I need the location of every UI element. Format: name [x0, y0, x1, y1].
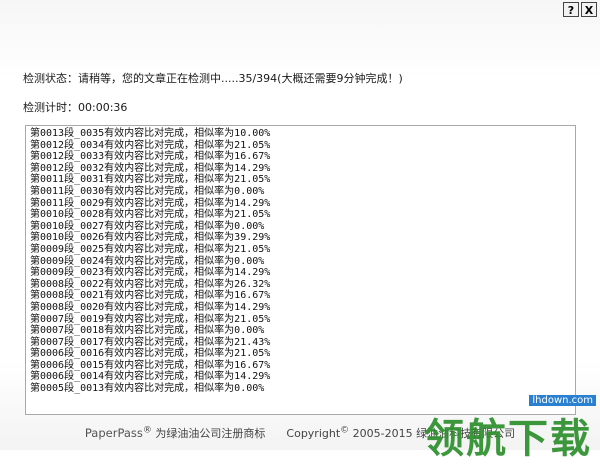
status-label: 检测状态：	[23, 72, 78, 85]
log-row: 第0008段_0021有效内容比对完成，相似率为16.67%	[30, 290, 271, 302]
help-button[interactable]: ?	[563, 2, 579, 17]
copyright-symbol: ©	[340, 425, 350, 436]
registered-mark: ®	[142, 425, 152, 436]
log-row: 第0012段_0033有效内容比对完成，相似率为16.67%	[30, 151, 271, 163]
log-row: 第0005段_0013有效内容比对完成，相似率为0.00%	[30, 383, 265, 395]
footer-brand: PaperPass	[84, 426, 143, 440]
log-row: 第0011段_0029有效内容比对完成，相似率为14.29%	[30, 197, 271, 209]
log-row: 第0011段_0031有效内容比对完成，相似率为21.05%	[30, 174, 271, 186]
log-row: 第0009段_0023有效内容比对完成，相似率为14.29%	[30, 267, 271, 279]
status-message: 请稍等，您的文章正在检测中.....35/394(大概还需要9分钟完成！)	[78, 72, 403, 85]
log-row: 第0006段_0015有效内容比对完成，相似率为16.67%	[30, 359, 271, 371]
watermark-url: lhdown.com	[529, 395, 596, 406]
window-controls: ? X	[563, 2, 597, 17]
log-row: 第0012段_0034有效内容比对完成，相似率为21.05%	[30, 139, 271, 151]
log-row: 第0009段_0024有效内容比对完成，相似率为0.00%	[30, 255, 265, 267]
log-row: 第0007段_0017有效内容比对完成，相似率为21.43%	[30, 336, 271, 348]
log-row: 第0012段_0032有效内容比对完成，相似率为14.29%	[30, 162, 271, 174]
log-row: 第0007段_0018有效内容比对完成，相似率为0.00%	[30, 325, 265, 337]
timer-line: 检测计时：00:00:36	[23, 99, 127, 115]
timer-value: 00:00:36	[78, 101, 128, 114]
log-row: 第0008段_0022有效内容比对完成，相似率为26.32%	[30, 278, 271, 290]
log-row: 第0013段_0035有效内容比对完成，相似率为10.00%	[30, 128, 271, 139]
trademark-text: 为绿油油公司注册商标	[155, 427, 266, 440]
log-row: 第0010段_0026有效内容比对完成，相似率为39.29%	[30, 232, 271, 244]
log-row: 第0010段_0027有效内容比对完成，相似率为0.00%	[30, 220, 265, 232]
log-row: 第0006段_0016有效内容比对完成，相似率为21.05%	[30, 348, 271, 360]
copyright-label: Copyright	[286, 427, 341, 440]
log-row: 第0010段_0028有效内容比对完成，相似率为21.05%	[30, 209, 271, 221]
log-row: 第0007段_0019有效内容比对完成，相似率为21.05%	[30, 313, 271, 325]
close-button[interactable]: X	[581, 2, 597, 17]
timer-label: 检测计时：	[23, 101, 78, 114]
status-line: 检测状态：请稍等，您的文章正在检测中.....35/394(大概还需要9分钟完成…	[23, 70, 403, 86]
log-row: 第0009段_0025有效内容比对完成，相似率为21.05%	[30, 243, 271, 255]
log-panel[interactable]: 第0013段_0035有效内容比对完成，相似率为10.00% 第0012段_00…	[25, 125, 576, 415]
watermark-logo: 领航下载	[424, 416, 592, 462]
log-row: 第0011段_0030有效内容比对完成，相似率为0.00%	[30, 185, 265, 197]
log-row: 第0008段_0020有效内容比对完成，相似率为14.29%	[30, 301, 271, 313]
log-row: 第0006段_0014有效内容比对完成，相似率为14.29%	[30, 371, 271, 383]
